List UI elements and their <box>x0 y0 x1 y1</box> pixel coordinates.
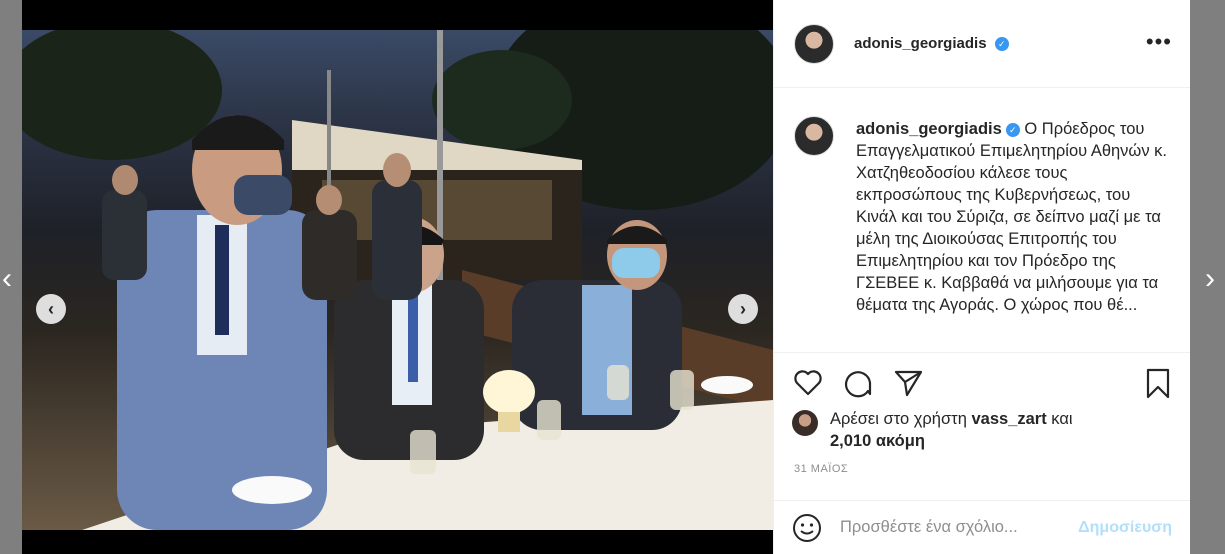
next-post-chevron-icon[interactable]: › <box>1199 262 1221 296</box>
paper-plane-icon[interactable] <box>892 367 924 399</box>
caption-overflow: θέ... <box>1107 296 1138 314</box>
comment-bar: Προσθέστε ένα σχόλιο... Δημοσίευση <box>774 500 1190 554</box>
likes-summary: Αρέσει στο χρήστη vass_zart και 2,010 ακ… <box>792 408 1182 452</box>
caption-text: adonis_georgiadis ✓ Ο Πρόεδρος του Επαγγε… <box>856 104 1170 352</box>
author-username[interactable]: adonis_georgiadis ✓ <box>854 35 1009 52</box>
post-actions-bar <box>774 352 1190 410</box>
liker-avatar[interactable] <box>792 410 818 436</box>
smiley-icon[interactable] <box>792 513 822 543</box>
verified-badge-icon: ✓ <box>994 37 1009 52</box>
caption-author-avatar[interactable] <box>794 116 834 156</box>
heart-icon[interactable] <box>792 367 824 399</box>
likes-count[interactable]: 2,010 ακόμη <box>830 432 925 450</box>
caption-author-username[interactable]: adonis_georgiadis ✓ <box>856 120 1020 138</box>
comment-input[interactable]: Προσθέστε ένα σχόλιο... <box>840 518 1078 537</box>
comment-bubble-icon[interactable] <box>842 367 874 399</box>
liked-by-username[interactable]: vass_zart <box>971 410 1046 428</box>
post-date[interactable]: 31 ΜΑΪΟΣ <box>794 463 848 475</box>
photo-illustration <box>22 30 773 530</box>
more-options-icon[interactable]: ••• <box>1146 31 1172 53</box>
previous-post-chevron-icon[interactable]: ‹ <box>0 262 18 296</box>
post-comment-button[interactable]: Δημοσίευση <box>1078 519 1172 537</box>
carousel-prev-button[interactable]: ‹ <box>36 294 66 324</box>
carousel-next-button[interactable]: › <box>728 294 758 324</box>
bookmark-icon[interactable] <box>1142 367 1174 399</box>
author-avatar[interactable] <box>794 23 834 64</box>
post-caption: adonis_georgiadis ✓ Ο Πρόεδρος του Επαγγε… <box>774 104 1190 352</box>
post-details-panel: adonis_georgiadis ✓ ••• adonis_georgiadi… <box>773 0 1190 554</box>
post-media: ‹ › <box>22 0 773 554</box>
post-header: adonis_georgiadis ✓ ••• <box>774 0 1190 88</box>
likes-prefix: Αρέσει στο χρήστη <box>830 410 967 428</box>
likes-text: Αρέσει στο χρήστη vass_zart και 2,010 ακ… <box>830 408 1073 452</box>
post-photo: ‹ › <box>22 30 773 530</box>
caption-body: Ο Πρόεδρος του Επαγγελματικού Επιμελητηρ… <box>856 120 1167 314</box>
likes-and: και <box>1051 410 1073 428</box>
caption-verified-badge-icon: ✓ <box>1005 122 1020 137</box>
